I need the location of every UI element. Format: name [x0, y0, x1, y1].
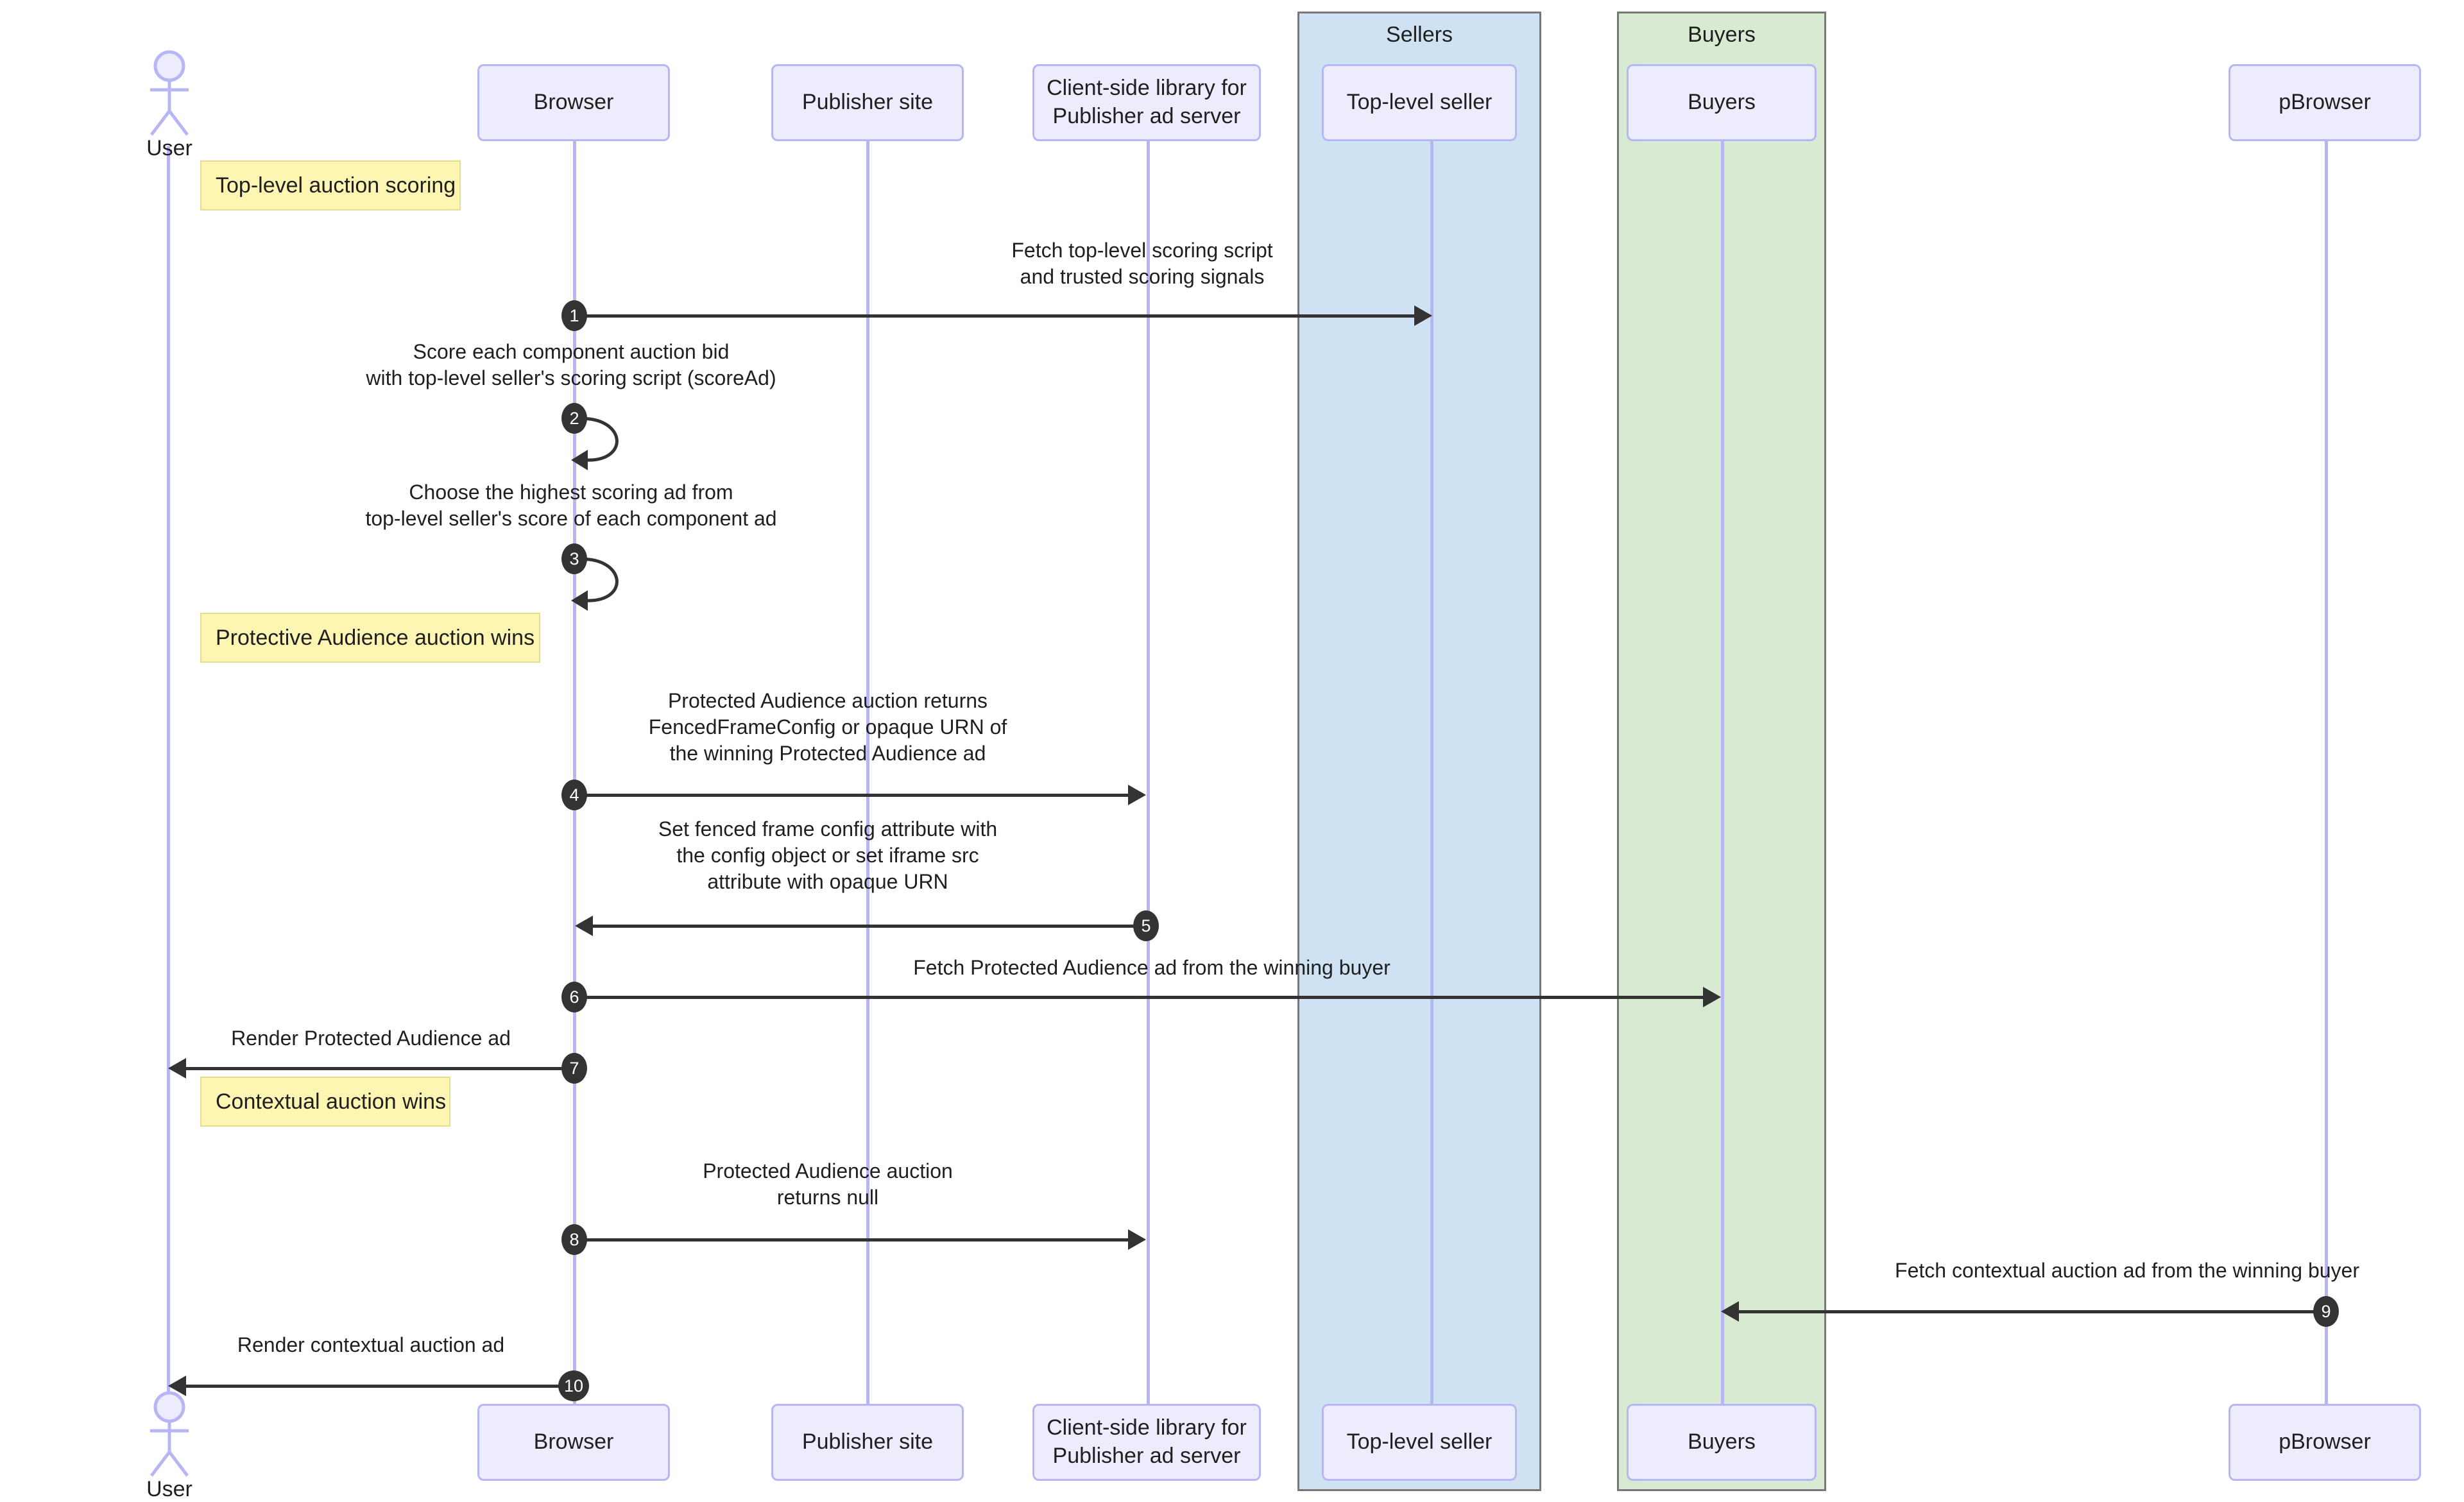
note-contextual-auction-wins: Contextual auction wins: [200, 1077, 450, 1127]
message-10-label: Render contextual auction ad: [237, 1333, 505, 1356]
message-2-sequence-badge: 2: [561, 403, 587, 434]
message-2-label: Score each component auction bid with to…: [366, 340, 776, 389]
message-8-line: [575, 1238, 1128, 1242]
participant-clientlib-top-label: Client-side library for Publisher ad ser…: [1047, 76, 1247, 128]
message-4-label: Protected Audience auction returns Fence…: [648, 689, 1007, 765]
message-5-arrowhead: [575, 916, 593, 936]
message-8-arrowhead: [1128, 1229, 1146, 1250]
message-8-sequence-badge: 8: [561, 1224, 587, 1255]
message-10-arrowhead: [168, 1376, 186, 1396]
participant-pubsite-top[interactable]: Publisher site: [771, 64, 964, 141]
participant-clientlib-bottom[interactable]: Client-side library for Publisher ad ser…: [1032, 1404, 1261, 1481]
message-9-line: [1739, 1310, 2326, 1313]
sellers-group-box: Sellers: [1297, 12, 1541, 1491]
participant-pubsite-bottom[interactable]: Publisher site: [771, 1404, 964, 1481]
message-4-line: [575, 794, 1128, 797]
message-5-sequence-badge: 5: [1133, 910, 1159, 941]
message-9-label: Fetch contextual auction ad from the win…: [1895, 1259, 2359, 1282]
actor-user-bottom-label: User: [146, 1477, 193, 1501]
buyers-group-label: Buyers: [1688, 22, 1756, 47]
lifeline-buyers: [1721, 65, 1724, 1404]
message-5-label: Set fenced frame config attribute with t…: [658, 817, 998, 893]
message-6-sequence-badge: 6: [561, 982, 587, 1012]
message-7-arrowhead: [168, 1058, 186, 1079]
message-10-line: [186, 1385, 576, 1388]
message-6-label: Fetch Protected Audience ad from the win…: [913, 956, 1390, 979]
lifeline-user: [167, 146, 170, 1404]
note-top-level-auction-scoring: Top-level auction scoring: [200, 160, 461, 210]
message-7-line: [186, 1067, 576, 1070]
message-6-arrowhead: [1703, 987, 1721, 1007]
note-protective-audience-wins: Protective Audience auction wins: [200, 613, 540, 663]
message-4-sequence-badge: 4: [561, 780, 587, 810]
participant-clientlib-top[interactable]: Client-side library for Publisher ad ser…: [1032, 64, 1261, 141]
participant-tlseller-top[interactable]: Top-level seller: [1322, 64, 1517, 141]
message-7-label: Render Protected Audience ad: [231, 1027, 511, 1050]
participant-browser-top[interactable]: Browser: [477, 64, 670, 141]
message-7-sequence-badge: 7: [561, 1053, 587, 1084]
sequence-diagram-canvas: Sellers Buyers User Browser Publisher si…: [0, 0, 2464, 1502]
message-6-line: [575, 996, 1703, 999]
participant-buyers-top[interactable]: Buyers: [1627, 64, 1817, 141]
message-10-sequence-badge: 10: [558, 1370, 589, 1401]
participant-buyers-bottom[interactable]: Buyers: [1627, 1404, 1817, 1481]
participant-pbrowser-top[interactable]: pBrowser: [2229, 64, 2421, 141]
sellers-group-label: Sellers: [1386, 22, 1453, 47]
message-1-label: Fetch top-level scoring script and trust…: [1011, 239, 1273, 288]
actor-user-top: [140, 50, 199, 142]
message-3-label: Choose the highest scoring ad from top-l…: [365, 481, 777, 530]
message-5-line: [593, 925, 1138, 928]
participant-browser-bottom[interactable]: Browser: [477, 1404, 670, 1481]
message-8-label: Protected Audience auction returns null: [703, 1159, 953, 1209]
user-actor-icon: [150, 1391, 189, 1477]
message-1-arrowhead: [1414, 305, 1432, 326]
message-9-sequence-badge: 9: [2313, 1296, 2339, 1327]
actor-user-bottom: [140, 1391, 199, 1483]
message-9-arrowhead: [1721, 1301, 1739, 1322]
actor-user-top-label: User: [146, 136, 193, 160]
participant-tlseller-bottom[interactable]: Top-level seller: [1322, 1404, 1517, 1481]
message-3-sequence-badge: 3: [561, 543, 587, 574]
message-1-line: [575, 314, 1414, 318]
user-actor-icon: [150, 50, 189, 136]
participant-pbrowser-bottom[interactable]: pBrowser: [2229, 1404, 2421, 1481]
participant-clientlib-bottom-label: Client-side library for Publisher ad ser…: [1047, 1415, 1247, 1468]
lifeline-pbrowser: [2325, 65, 2328, 1404]
message-1-sequence-badge: 1: [561, 300, 587, 331]
message-4-arrowhead: [1128, 785, 1146, 805]
